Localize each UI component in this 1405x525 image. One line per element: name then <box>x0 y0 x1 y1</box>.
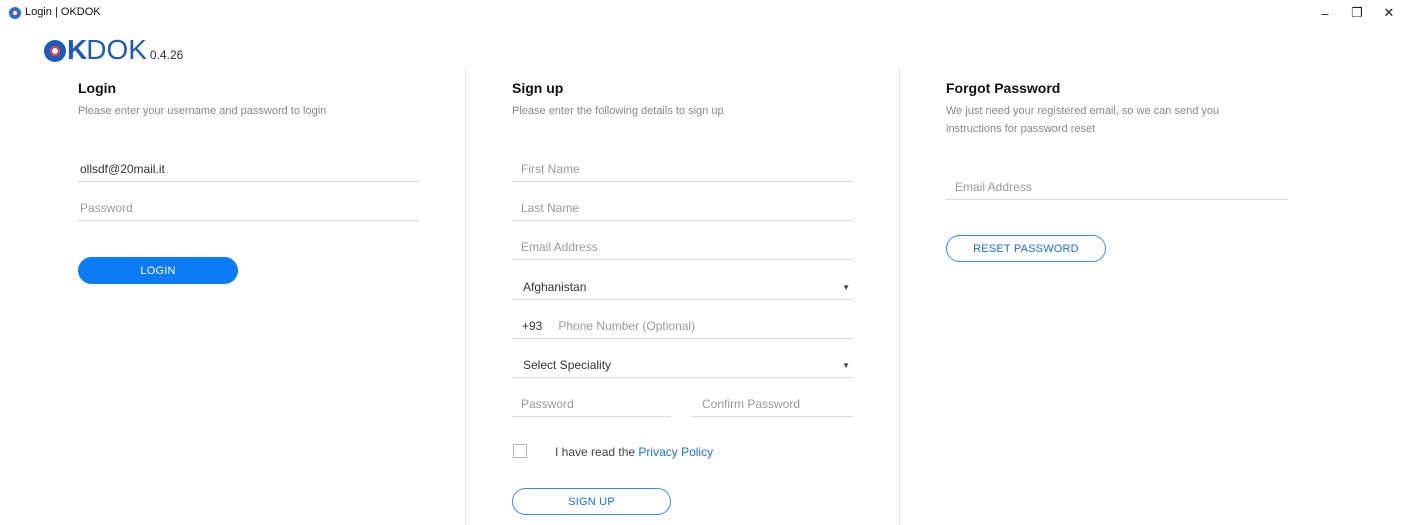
login-title: Login <box>78 80 117 96</box>
dropdown-arrow-icon: ▼ <box>842 283 850 292</box>
phone-input[interactable]: +93 Phone Number (Optional) <box>512 313 853 339</box>
login-password-input[interactable]: Password <box>78 195 419 221</box>
dropdown-arrow-icon: ▼ <box>842 361 850 370</box>
login-subtitle: Please enter your username and password … <box>78 105 327 117</box>
title-bar: Login | OKDOK – ❐ ✕ <box>0 0 1405 26</box>
signup-email-input[interactable]: Email Address <box>512 234 853 260</box>
logo-ok-text: K <box>67 34 87 65</box>
signup-title: Sign up <box>512 80 564 96</box>
phone-placeholder: Phone Number (Optional) <box>558 318 696 333</box>
username-input[interactable]: ollsdf@20mail.it <box>78 156 419 182</box>
close-button[interactable]: ✕ <box>1373 0 1405 26</box>
column-divider <box>899 68 900 525</box>
signup-subtitle: Please enter the following details to si… <box>512 105 724 117</box>
signup-section: Sign up Please enter the following detai… <box>512 80 857 120</box>
window-controls: – ❐ ✕ <box>1309 0 1405 26</box>
logo-dok-text: DOK <box>86 34 147 65</box>
column-divider <box>465 68 466 525</box>
signup-button[interactable]: SIGN UP <box>512 488 671 515</box>
forgot-password-section: Forgot Password We just need your regist… <box>946 80 1256 138</box>
logo-mark-icon <box>44 40 66 62</box>
signup-password-input[interactable]: Password <box>512 391 671 417</box>
speciality-value: Select Speciality <box>523 357 612 372</box>
phone-country-code: +93 <box>522 318 543 333</box>
forgot-email-input[interactable]: Email Address <box>946 174 1288 200</box>
privacy-prefix: I have read the <box>555 445 636 459</box>
login-button[interactable]: LOGIN <box>78 257 238 284</box>
minimize-button[interactable]: – <box>1309 0 1341 26</box>
privacy-label: I have read the Privacy Policy <box>555 445 713 459</box>
last-name-input[interactable]: Last Name <box>512 195 853 221</box>
app-version: 0.4.26 <box>149 48 184 62</box>
country-select[interactable]: Afghanistan ▼ <box>512 274 853 300</box>
restore-button[interactable]: ❐ <box>1341 0 1373 26</box>
first-name-input[interactable]: First Name <box>512 156 853 182</box>
country-value: Afghanistan <box>523 279 587 294</box>
okdok-logo: K DOK 0.4.26 <box>44 34 183 66</box>
forgot-title: Forgot Password <box>946 80 1061 96</box>
window-title: Login | OKDOK <box>25 6 101 18</box>
login-section: Login Please enter your username and pas… <box>78 80 423 120</box>
forgot-subtitle: We just need your registered email, so w… <box>946 105 1220 135</box>
confirm-password-input[interactable]: Confirm Password <box>692 391 853 417</box>
privacy-checkbox[interactable] <box>513 444 527 458</box>
app-icon <box>9 7 21 19</box>
privacy-policy-link[interactable]: Privacy Policy <box>638 445 713 459</box>
reset-password-button[interactable]: RESET PASSWORD <box>946 235 1106 262</box>
speciality-select[interactable]: Select Speciality ▼ <box>512 352 853 378</box>
